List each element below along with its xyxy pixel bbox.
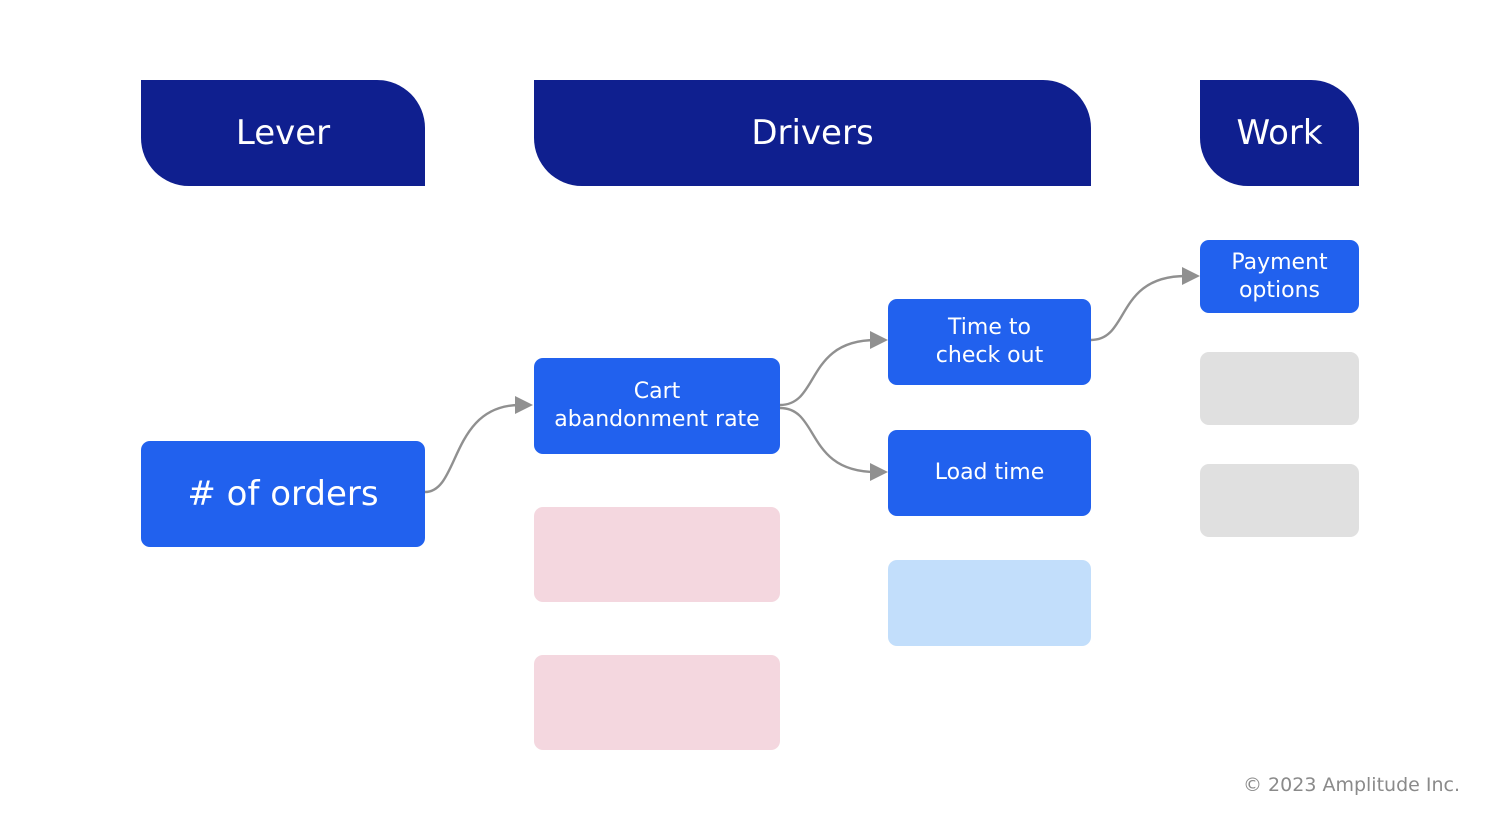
arrow-orders-to-cart xyxy=(424,403,521,494)
header-drivers: Drivers xyxy=(534,80,1091,186)
node-orders-label: # of orders xyxy=(187,474,379,514)
arrow-checkout-to-payment xyxy=(1090,274,1187,342)
placeholder-box xyxy=(888,560,1091,646)
node-load-time[interactable]: Load time xyxy=(888,430,1091,516)
node-load-time-label: Load time xyxy=(934,460,1045,485)
copyright-text: © 2023 Amplitude Inc. xyxy=(1243,774,1460,796)
arrow-cart-to-checkout xyxy=(779,338,877,407)
arrowhead-icon xyxy=(1182,267,1200,285)
header-lever-label: Lever xyxy=(235,113,331,153)
node-time-to-checkout-label: Time to check out xyxy=(935,315,1044,368)
placeholder-box xyxy=(1200,464,1359,537)
arrowhead-icon xyxy=(870,463,888,481)
node-payment-options-label: Payment options xyxy=(1231,249,1328,303)
node-time-to-checkout[interactable]: Time to check out xyxy=(888,299,1091,385)
node-payment-options[interactable]: Payment options xyxy=(1200,240,1359,313)
node-cart-abandonment-label: Cart abandonment rate xyxy=(554,379,760,432)
node-orders[interactable]: # of orders xyxy=(141,441,425,547)
header-lever: Lever xyxy=(141,80,425,186)
header-drivers-label: Drivers xyxy=(751,113,874,153)
arrow-cart-to-loadtime xyxy=(779,406,877,474)
header-work-label: Work xyxy=(1236,113,1323,153)
arrowhead-icon xyxy=(515,396,533,414)
arrowhead-icon xyxy=(870,331,888,349)
node-cart-abandonment[interactable]: Cart abandonment rate xyxy=(534,358,780,454)
header-work: Work xyxy=(1200,80,1359,186)
placeholder-box xyxy=(534,655,780,750)
placeholder-box xyxy=(1200,352,1359,425)
placeholder-box xyxy=(534,507,780,602)
